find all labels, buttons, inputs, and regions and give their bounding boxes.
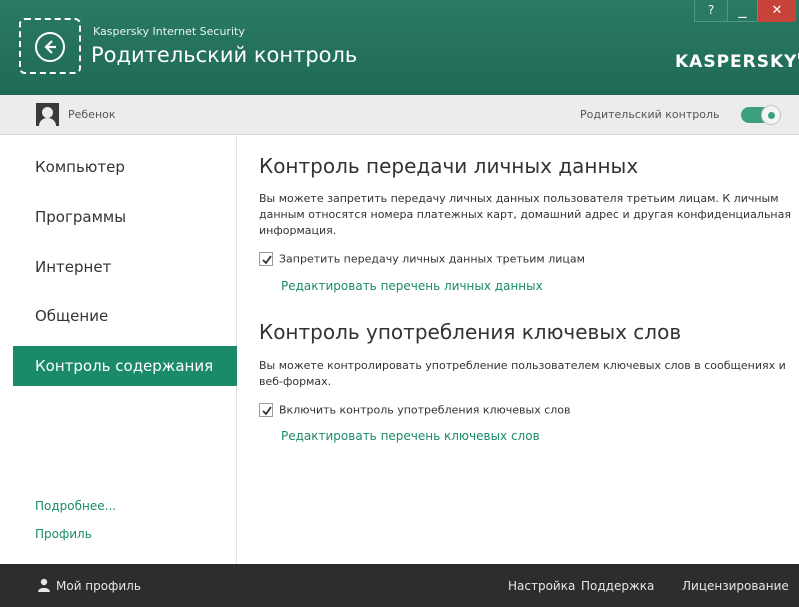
sidebar-item-computer[interactable]: Компьютер xyxy=(13,147,237,187)
app-name: Kaspersky Internet Security xyxy=(93,25,245,38)
edit-personal-data-link[interactable]: Редактировать перечень личных данных xyxy=(281,279,543,293)
block-personal-data-label[interactable]: Запретить передачу личных данных третьим… xyxy=(279,253,585,266)
footer-bar: Мой профиль Настройка Поддержка Лицензир… xyxy=(0,564,799,607)
block-personal-data-option[interactable]: Запретить передачу личных данных третьим… xyxy=(259,252,585,266)
sidebar: Компьютер Программы Интернет Общение Кон… xyxy=(0,136,237,564)
settings-link[interactable]: Настройка xyxy=(508,579,575,593)
checkmark-icon xyxy=(262,255,272,265)
keyword-control-checkbox[interactable] xyxy=(259,403,273,417)
support-link[interactable]: Поддержка xyxy=(581,579,654,593)
sidebar-item-internet[interactable]: Интернет xyxy=(13,247,237,287)
minimize-button[interactable]: _ xyxy=(728,0,758,22)
section-description-keywords: Вы можете контролировать употребление по… xyxy=(259,359,786,388)
section-description-personal-data: Вы можете запретить передачу личных данн… xyxy=(259,192,791,237)
sidebar-item-communication[interactable]: Общение xyxy=(13,296,237,336)
close-button[interactable]: ✕ xyxy=(758,0,796,22)
parental-control-toggle[interactable] xyxy=(741,105,781,125)
keyword-control-label[interactable]: Включить контроль употребления ключевых … xyxy=(279,404,571,417)
back-button[interactable] xyxy=(19,18,81,74)
checkmark-icon xyxy=(262,406,272,416)
kaspersky-logo: KASPERSKYlab xyxy=(675,52,799,72)
more-link[interactable]: Подробнее... xyxy=(35,499,116,513)
edit-keywords-link[interactable]: Редактировать перечень ключевых слов xyxy=(281,429,540,443)
help-button[interactable]: ? xyxy=(694,0,728,22)
child-user-icon[interactable] xyxy=(36,103,59,126)
sidebar-item-content-control[interactable]: Контроль содержания xyxy=(13,346,237,386)
back-arrow-icon xyxy=(35,32,65,62)
toolbar: Ребенок Родительский контроль xyxy=(0,95,799,135)
user-name[interactable]: Ребенок xyxy=(68,108,116,121)
section-title-personal-data: Контроль передачи личных данных xyxy=(259,154,639,178)
person-icon xyxy=(38,578,50,592)
sidebar-item-programs[interactable]: Программы xyxy=(13,197,237,237)
logo-text: KASPERSKY xyxy=(675,52,798,72)
my-profile-link[interactable]: Мой профиль xyxy=(56,579,141,593)
parental-control-label: Родительский контроль xyxy=(580,108,720,121)
profile-link[interactable]: Профиль xyxy=(35,527,92,541)
keyword-control-option[interactable]: Включить контроль употребления ключевых … xyxy=(259,403,571,417)
main-content: Контроль передачи личных данных Вы может… xyxy=(238,136,799,564)
block-personal-data-checkbox[interactable] xyxy=(259,252,273,266)
section-title-keywords: Контроль употребления ключевых слов xyxy=(259,320,682,344)
title-bar: Kaspersky Internet Security Родительский… xyxy=(0,0,799,95)
licensing-link[interactable]: Лицензирование xyxy=(682,579,789,593)
window-title: Родительский контроль xyxy=(91,43,358,67)
